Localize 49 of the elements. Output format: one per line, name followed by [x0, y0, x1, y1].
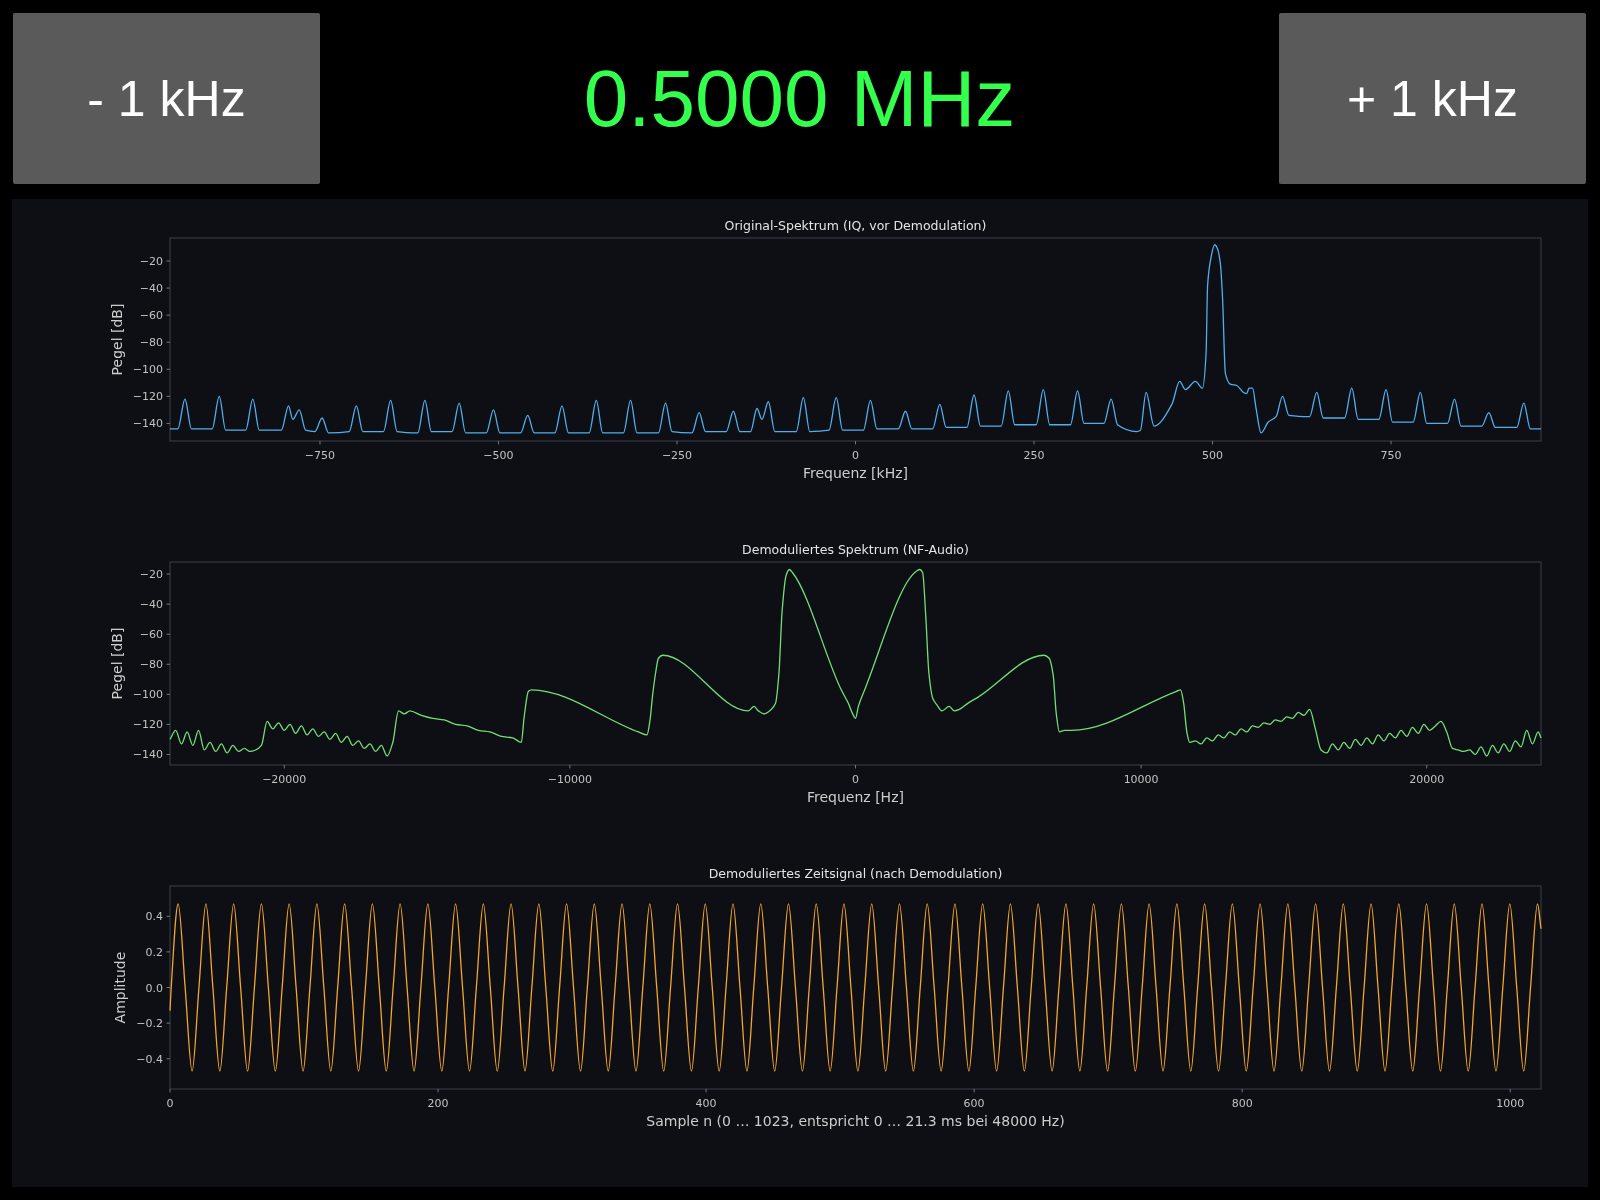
tick-label: −40 — [139, 598, 163, 612]
tick-label: −20 — [139, 568, 163, 582]
tick-label: −140 — [132, 748, 163, 762]
tick-label: −0.4 — [136, 1052, 163, 1066]
tick-label: 250 — [1023, 449, 1045, 462]
axis-label: Pegel [dB] — [108, 303, 125, 376]
tick-label: −80 — [139, 336, 163, 350]
tick-label: 10000 — [1123, 773, 1159, 786]
chart-title: Original-Spektrum (IQ, vor Demodulation) — [724, 218, 987, 233]
tick-label: −250 — [661, 449, 693, 462]
tick-label: −500 — [483, 449, 514, 462]
axis-label: Sample n (0 … 1023, entspricht 0 … 21.3 ms bei 48000 Hz) — [646, 1113, 1065, 1129]
frequency-display: 0.5000 MHz — [583, 58, 1016, 139]
axis-label: Pegel [dB] — [108, 627, 125, 700]
tick-label: 0.2 — [145, 945, 163, 959]
tick-label: 750 — [1380, 449, 1402, 462]
decrease-frequency-button[interactable]: - 1 kHz — [13, 13, 320, 184]
tick-label: −120 — [132, 390, 163, 404]
tick-label: 0.4 — [145, 910, 163, 924]
tick-label: −80 — [139, 658, 163, 672]
tick-label: −140 — [132, 417, 163, 431]
tick-label: −60 — [139, 309, 163, 323]
axis-label: Frequenz [kHz] — [802, 465, 909, 481]
axis-label: Amplitude — [112, 951, 129, 1024]
tick-label: 0.0 — [145, 981, 163, 995]
chart-title: Demoduliertes Spektrum (NF-Audio) — [742, 542, 969, 557]
tick-label: −100 — [132, 363, 163, 377]
tick-label: −100 — [132, 688, 163, 702]
tick-label: 0 — [166, 1097, 174, 1110]
chart-title: Demoduliertes Zeitsignal (nach Demodulation) — [708, 866, 1003, 881]
tick-label: 200 — [427, 1097, 449, 1110]
tick-label: −10000 — [547, 773, 592, 786]
tick-label: −20000 — [262, 773, 307, 786]
tick-label: −60 — [139, 628, 163, 642]
tick-label: 400 — [695, 1097, 717, 1110]
tick-label: 1000 — [1496, 1097, 1525, 1110]
tick-label: −120 — [132, 718, 163, 732]
tick-label: 0 — [852, 449, 859, 462]
tick-label: −0.2 — [136, 1017, 163, 1031]
tick-label: 600 — [963, 1097, 985, 1110]
tick-label: 800 — [1231, 1097, 1253, 1110]
axis-label: Frequenz [Hz] — [807, 789, 904, 805]
tick-label: −20 — [139, 255, 163, 268]
tick-label: 0 — [852, 773, 859, 786]
tick-label: −40 — [139, 282, 163, 296]
tick-label: −750 — [304, 449, 336, 462]
tick-label: 500 — [1202, 449, 1224, 462]
increase-frequency-button[interactable]: + 1 kHz — [1279, 13, 1586, 184]
tick-label: 20000 — [1409, 773, 1445, 786]
